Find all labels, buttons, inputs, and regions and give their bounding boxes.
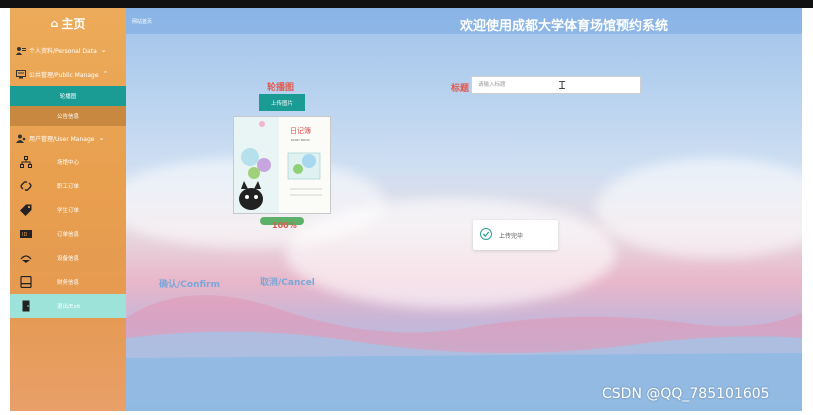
sidebar-group-personal-label: 个人资料/Personal Data — [29, 47, 97, 55]
users-icon — [16, 134, 26, 143]
sidebar-group-public-label: 公共管理/Public Manage — [29, 71, 99, 79]
sidebar-home[interactable]: ⌂ 主页 — [10, 8, 126, 38]
sidebar-group-user-manage-label: 用户管理/User Manage — [29, 135, 95, 143]
sidebar-item-carousel-label: 轮播图 — [59, 94, 77, 100]
confirm-button[interactable]: 确认/Confirm — [159, 277, 220, 290]
site-home-link[interactable]: 网站首页 — [132, 18, 152, 25]
diary-subheading: DIARY BOOK — [291, 138, 311, 142]
top-bar: 网站首页 欢迎使用成都大学体育场馆预约系统 — [126, 8, 802, 34]
tag-icon — [20, 204, 32, 216]
door-icon — [20, 300, 32, 312]
system-title: 欢迎使用成都大学体育场馆预约系统 — [460, 19, 669, 34]
title-label: 标题 — [451, 84, 470, 94]
svg-text:ID: ID — [22, 232, 27, 238]
sidebar-home-label: 主页 — [61, 16, 86, 31]
window-top-strip — [0, 0, 813, 8]
sidebar: ⌂ 主页 个人资料/Personal Data ⌄ 公共管理/Public Ma… — [10, 8, 126, 411]
sidebar-item-exit[interactable]: 退出/Exit — [10, 294, 126, 318]
sidebar-item-venue-center[interactable]: 场馆中心 — [10, 150, 126, 174]
sidebar-item-label: 订单信息 — [57, 232, 80, 238]
tool-icon — [20, 252, 32, 264]
sidebar-item-equipment-info[interactable]: 设备信息 — [10, 246, 126, 270]
sidebar-item-label: 设备信息 — [57, 256, 80, 262]
sidebar-item-staff-orders[interactable]: 职工订单 — [10, 174, 126, 198]
sidebar-item-label: 退出/Exit — [57, 304, 81, 310]
id-badge-icon: ID — [20, 228, 32, 240]
upload-progress-text: 100% — [272, 221, 297, 230]
main-content: 网站首页 欢迎使用成都大学体育场馆预约系统 轮播图 上传图片 日记簿 DIARY… — [126, 8, 802, 411]
title-input[interactable] — [471, 76, 641, 94]
diary-cover-image: 日记簿 DIARY BOOK — [234, 117, 330, 213]
sidebar-group-public[interactable]: 公共管理/Public Manage ⌃ — [10, 62, 126, 86]
upload-image-button[interactable]: 上传图片 — [259, 94, 305, 111]
check-circle-icon — [480, 228, 492, 240]
image-preview: 日记簿 DIARY BOOK — [233, 116, 331, 214]
chevron-up-icon: ⌃ — [102, 70, 109, 78]
app-frame: ⌂ 主页 个人资料/Personal Data ⌄ 公共管理/Public Ma… — [10, 8, 802, 411]
text-cursor-icon: Ɪ — [559, 79, 566, 92]
watermark: CSDN @QQ_785101605 — [602, 386, 770, 402]
sidebar-item-order-info[interactable]: ID 订单信息 — [10, 222, 126, 246]
sidebar-item-notice[interactable]: 公告信息 — [10, 106, 126, 126]
carousel-label: 轮播图 — [267, 83, 295, 93]
toast-message: 上传完毕 — [499, 233, 524, 240]
sidebar-item-label: 学生订单 — [57, 208, 80, 214]
sidebar-item-student-orders[interactable]: 学生订单 — [10, 198, 126, 222]
sidebar-item-carousel[interactable]: 轮播图 — [10, 86, 126, 106]
chevron-down-icon: ⌄ — [100, 46, 107, 54]
chevron-down-icon: ⌄ — [98, 134, 105, 142]
sidebar-item-label: 财务信息 — [57, 280, 80, 286]
diary-heading: 日记簿 — [290, 126, 311, 135]
sidebar-group-personal[interactable]: 个人资料/Personal Data ⌄ — [10, 38, 126, 62]
home-icon: ⌂ — [50, 16, 59, 30]
sitemap-icon — [20, 156, 32, 168]
monitor-icon — [16, 69, 26, 79]
sidebar-item-notice-label: 公告信息 — [56, 114, 79, 120]
sidebar-item-label: 职工订单 — [57, 184, 80, 190]
sidebar-group-user-manage[interactable]: 用户管理/User Manage ⌄ — [10, 126, 126, 150]
sidebar-item-label: 场馆中心 — [57, 160, 80, 166]
ledger-icon — [20, 276, 32, 288]
sidebar-item-finance-info[interactable]: 财务信息 — [10, 270, 126, 294]
upload-success-toast: 上传完毕 — [473, 220, 558, 250]
link-icon — [20, 180, 32, 192]
user-card-icon — [16, 46, 26, 55]
cancel-button[interactable]: 取消/Cancel — [260, 275, 315, 288]
